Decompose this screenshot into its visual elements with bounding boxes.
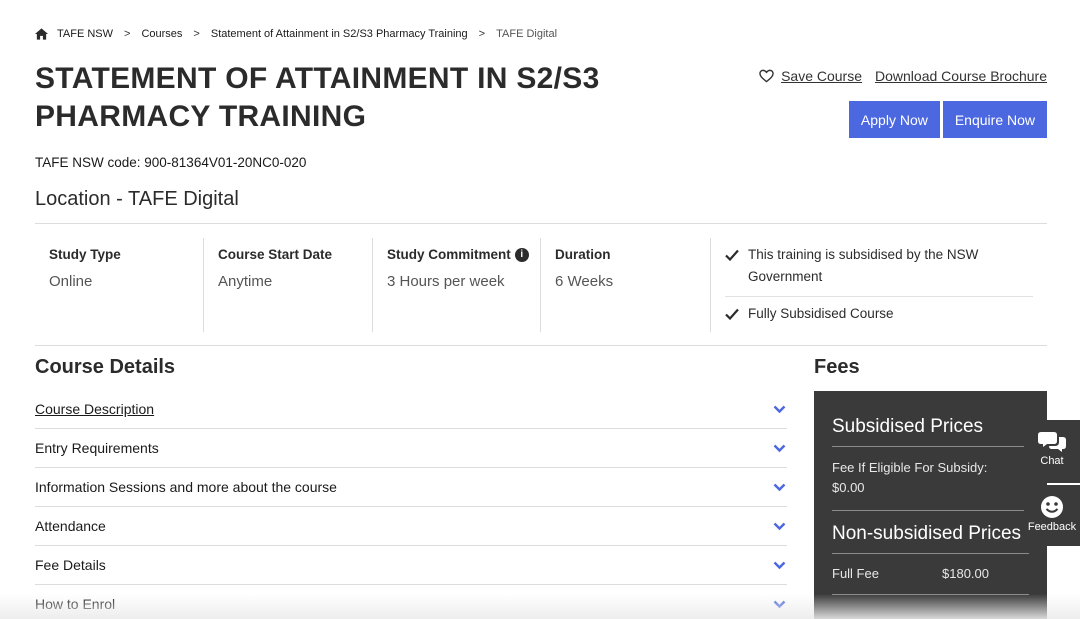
accordion-course-description[interactable]: Course Description — [35, 390, 787, 429]
check-text: This training is subsidised by the NSW G… — [748, 247, 979, 284]
accordion-label: Information Sessions and more about the … — [35, 479, 337, 495]
smiley-icon — [1041, 496, 1063, 518]
breadcrumb-home[interactable]: TAFE NSW — [57, 28, 113, 40]
non-subsidised-prices-heading: Non-subsidised Prices — [832, 511, 1029, 554]
breadcrumb-course[interactable]: Statement of Attainment in S2/S3 Pharmac… — [211, 28, 468, 40]
course-info-grid: Study Type Online Course Start Date Anyt… — [35, 224, 1047, 346]
checkmark-icon — [725, 249, 739, 261]
info-icon[interactable]: i — [514, 247, 529, 262]
chevron-down-icon[interactable] — [773, 405, 786, 414]
full-fee-value: $180.00 — [942, 566, 989, 581]
chevron-down-icon[interactable] — [773, 483, 786, 492]
chevron-down-icon[interactable] — [773, 600, 786, 609]
chevron-down-icon[interactable] — [773, 561, 786, 570]
accordion-label: Attendance — [35, 518, 106, 534]
duration-label: Duration — [555, 247, 611, 262]
location-heading: Location - TAFE Digital — [35, 188, 239, 210]
enquire-now-button[interactable]: Enquire Now — [942, 101, 1047, 138]
check-item: Fully Subsidised Course — [725, 303, 1033, 325]
accordion-entry-requirements[interactable]: Entry Requirements — [35, 429, 787, 468]
accordion-attendance[interactable]: Attendance — [35, 507, 787, 546]
breadcrumb: TAFE NSW > Courses > Statement of Attain… — [35, 28, 557, 40]
duration-value: 6 Weeks — [555, 273, 614, 290]
course-actions: Save Course Download Course Brochure — [759, 68, 1047, 84]
course-code: TAFE NSW code: 900-81364V01-20NC0-020 — [35, 155, 307, 170]
accordion-information-sessions[interactable]: Information Sessions and more about the … — [35, 468, 787, 507]
primary-buttons: Apply Now Enquire Now — [846, 101, 1047, 138]
check-text: Fully Subsidised Course — [748, 306, 894, 321]
accordion-label: Fee Details — [35, 557, 106, 573]
accordion-fee-details[interactable]: Fee Details — [35, 546, 787, 585]
subsidy-fee: Fee If Eligible For Subsidy: $0.00 — [832, 447, 1029, 511]
start-date-cell: Course Start Date Anytime — [203, 238, 372, 332]
apply-now-button[interactable]: Apply Now — [848, 101, 940, 138]
chat-icon — [1038, 432, 1066, 452]
accordion-label: Entry Requirements — [35, 440, 159, 456]
study-type-cell: Study Type Online — [35, 238, 204, 332]
download-brochure-link[interactable]: Download Course Brochure — [875, 68, 1047, 84]
subsidised-prices-heading: Subsidised Prices — [832, 391, 1029, 447]
breadcrumb-separator: > — [193, 28, 200, 40]
feedback-label: Feedback — [1027, 521, 1077, 533]
fees-heading: Fees — [814, 356, 860, 378]
start-date-label: Course Start Date — [218, 247, 333, 262]
accordion-how-to-enrol[interactable]: How to Enrol — [35, 585, 787, 619]
study-type-label: Study Type — [49, 247, 121, 262]
accordion-label: Course Description — [35, 401, 155, 417]
chevron-down-icon[interactable] — [773, 522, 786, 531]
check-item: This training is subsidised by the NSW G… — [725, 244, 1033, 297]
duration-cell: Duration 6 Weeks — [540, 238, 710, 332]
chat-tab[interactable]: Chat — [1024, 420, 1080, 483]
commitment-cell: Study Commitment i 3 Hours per week — [372, 238, 541, 332]
course-details-heading: Course Details — [35, 356, 176, 378]
breadcrumb-courses[interactable]: Courses — [141, 28, 182, 40]
commitment-label-row: Study Commitment i — [387, 247, 541, 262]
accordion-label: How to Enrol — [35, 596, 116, 612]
fees-panel: Subsidised Prices Fee If Eligible For Su… — [814, 391, 1047, 619]
course-details-accordion: Course Description Entry Requirements In… — [35, 390, 787, 619]
breadcrumb-current: TAFE Digital — [496, 28, 558, 40]
start-date-value: Anytime — [218, 273, 273, 290]
commitment-value: 3 Hours per week — [387, 273, 505, 290]
subsidy-checks: This training is subsidised by the NSW G… — [710, 238, 1033, 332]
commitment-label: Study Commitment — [387, 247, 511, 262]
page-title: STATEMENT OF ATTAINMENT IN S2/S3 PHARMAC… — [35, 62, 600, 133]
save-course-label: Save Course — [781, 68, 863, 84]
breadcrumb-separator: > — [124, 28, 131, 40]
full-fee: Full Fee $180.00 — [832, 554, 1029, 595]
checkmark-icon — [725, 308, 739, 320]
subsidy-fee-label: Fee If Eligible For Subsidy: — [832, 460, 988, 475]
subsidy-fee-value: $0.00 — [832, 480, 865, 495]
full-fee-label: Full Fee — [832, 566, 879, 581]
chevron-down-icon[interactable] — [773, 444, 786, 453]
heart-icon — [759, 69, 774, 83]
save-course-link[interactable]: Save Course — [759, 68, 862, 84]
feedback-tab[interactable]: Feedback — [1024, 485, 1080, 546]
home-icon[interactable] — [35, 28, 48, 40]
breadcrumb-separator: > — [478, 28, 486, 40]
chat-label: Chat — [1040, 455, 1064, 467]
study-type-value: Online — [49, 273, 93, 290]
